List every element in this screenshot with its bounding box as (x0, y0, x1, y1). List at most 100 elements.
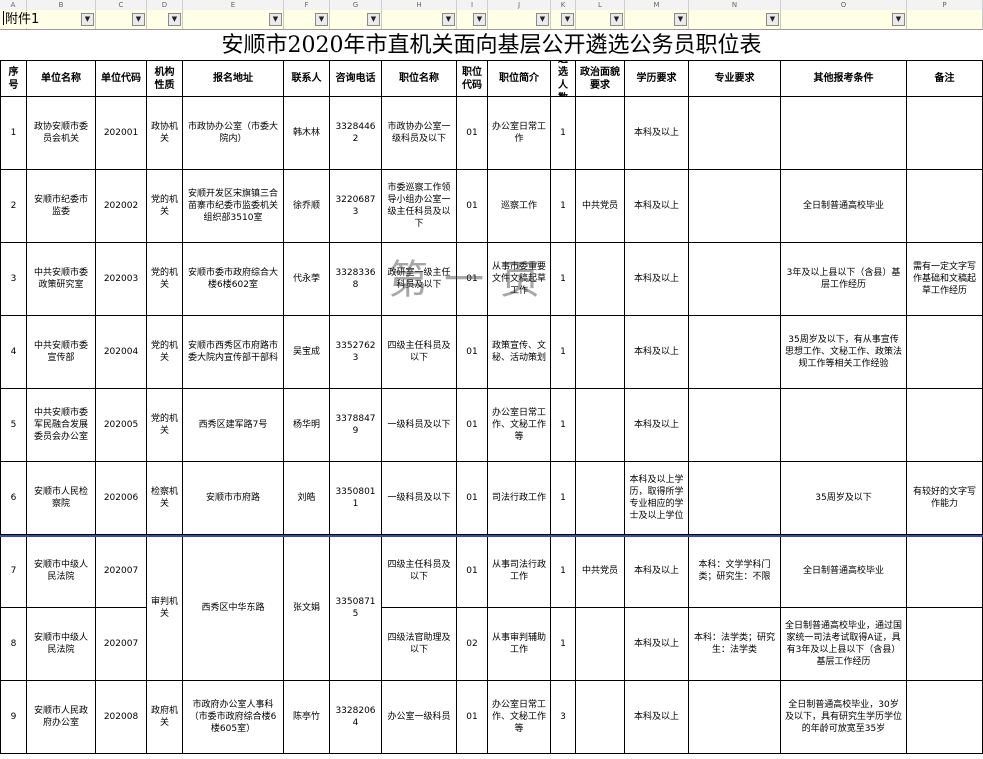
table-cell[interactable]: 代永荸 (284, 243, 330, 316)
table-cell[interactable]: 2 (0, 170, 27, 243)
table-cell[interactable]: 政府机关 (147, 681, 183, 754)
table-cell[interactable]: 本科及以上学历，取得所学专业相应的学士及以上学位 (625, 462, 689, 535)
column-letter[interactable]: F (284, 0, 330, 10)
table-cell[interactable]: 本科及以上 (625, 97, 689, 170)
table-cell[interactable] (907, 170, 983, 243)
table-header-cell[interactable]: 其他报考条件 (781, 61, 907, 97)
table-header-cell[interactable]: 单位名称 (27, 61, 96, 97)
table-cell[interactable]: 司法行政工作 (488, 462, 551, 535)
table-cell[interactable]: 四级主任科员及以下 (382, 535, 457, 608)
table-cell-merged[interactable]: 33508715 (330, 535, 382, 681)
table-cell[interactable] (907, 316, 983, 389)
table-cell[interactable]: 需有一定文字写作基础和文稿起草工作经历 (907, 243, 983, 316)
dropdown-arrow-icon[interactable]: ▼ (269, 13, 282, 26)
table-cell[interactable]: 市政协办公室一级科员及以下 (382, 97, 457, 170)
column-letter[interactable]: G (330, 0, 382, 10)
table-cell[interactable]: 中共安顺市委政策研究室 (27, 243, 96, 316)
column-letter[interactable]: P (907, 0, 983, 10)
table-cell[interactable]: 1 (551, 535, 576, 608)
dropdown-arrow-icon[interactable]: ▼ (536, 13, 549, 26)
table-cell[interactable]: 刘皓 (284, 462, 330, 535)
table-cell[interactable]: 办公室日常工作 (488, 97, 551, 170)
table-header-cell[interactable]: 专业要求 (689, 61, 781, 97)
table-cell[interactable] (689, 681, 781, 754)
table-cell[interactable] (689, 97, 781, 170)
table-header-cell[interactable]: 机构性质 (147, 61, 183, 97)
table-cell[interactable]: 西秀区建军路7号 (183, 389, 284, 462)
table-cell[interactable]: 01 (457, 462, 488, 535)
table-cell[interactable]: 检察机关 (147, 462, 183, 535)
table-cell[interactable] (907, 389, 983, 462)
table-cell[interactable]: 1 (0, 97, 27, 170)
table-cell[interactable]: 四级法官助理及以下 (382, 608, 457, 681)
table-cell[interactable]: 安顺开发区宋旗镇三合苗寨市纪委市监委机关组织部3510室 (183, 170, 284, 243)
table-header-cell[interactable]: 咨询电话 (330, 61, 382, 97)
table-cell[interactable]: 四级主任科员及以下 (382, 316, 457, 389)
table-cell[interactable]: 1 (551, 170, 576, 243)
table-cell[interactable]: 政策宣传、文秘、活动策划 (488, 316, 551, 389)
table-cell[interactable] (689, 462, 781, 535)
table-header-cell[interactable]: 单位代码 (96, 61, 147, 97)
table-cell[interactable] (689, 170, 781, 243)
table-cell[interactable]: 安顺市西秀区市府路市委大院内宣传部干部科 (183, 316, 284, 389)
table-cell[interactable]: 本科及以上 (625, 608, 689, 681)
table-cell[interactable]: 1 (551, 243, 576, 316)
dropdown-arrow-icon[interactable]: ▼ (132, 13, 145, 26)
table-cell[interactable]: 本科及以上 (625, 316, 689, 389)
table-cell-merged[interactable]: 审判机关 (147, 535, 183, 681)
table-cell[interactable] (689, 243, 781, 316)
column-letter[interactable]: E (183, 0, 284, 10)
table-cell[interactable]: 从事审判辅助工作 (488, 608, 551, 681)
table-cell[interactable]: 202003 (96, 243, 147, 316)
table-cell[interactable]: 1 (551, 389, 576, 462)
table-header-cell[interactable]: 备注 (907, 61, 983, 97)
table-cell[interactable]: 33527623 (330, 316, 382, 389)
table-cell[interactable]: 35周岁及以下，有从事宣传思想工作、文秘工作、政策法规工作等相关工作经验 (781, 316, 907, 389)
column-letter[interactable]: B (27, 0, 96, 10)
table-cell[interactable] (781, 389, 907, 462)
table-cell[interactable]: 从事司法行政工作 (488, 535, 551, 608)
table-cell[interactable]: 巡察工作 (488, 170, 551, 243)
table-cell[interactable]: 全日制普通高校毕业，30岁及以下，具有研究生学历学位的年龄可放宽至35岁 (781, 681, 907, 754)
table-cell-merged[interactable]: 西秀区中华东路 (183, 535, 284, 681)
table-cell[interactable]: 202007 (96, 608, 147, 681)
table-cell[interactable] (576, 462, 625, 535)
dropdown-arrow-icon[interactable]: ▼ (442, 13, 455, 26)
table-header-cell[interactable]: 序号 (0, 61, 27, 97)
table-cell[interactable] (576, 243, 625, 316)
table-header-cell[interactable]: 职位代码 (457, 61, 488, 97)
table-header-cell[interactable]: 学历要求 (625, 61, 689, 97)
table-cell[interactable]: 本科及以上 (625, 170, 689, 243)
table-header-cell[interactable]: 职位名称 (382, 61, 457, 97)
dropdown-arrow-icon[interactable]: ▼ (315, 13, 328, 26)
table-cell[interactable]: 办公室日常工作、文秘工作等 (488, 681, 551, 754)
table-cell[interactable]: 202008 (96, 681, 147, 754)
table-cell[interactable]: 202007 (96, 535, 147, 608)
table-cell[interactable]: 5 (0, 389, 27, 462)
table-cell[interactable]: 全日制普通高校毕业，通过国家统一司法考试取得A证，具有3年及以上县以下（含县）基… (781, 608, 907, 681)
table-cell[interactable]: 杨华明 (284, 389, 330, 462)
column-letter[interactable]: D (147, 0, 183, 10)
table-cell[interactable]: 中共安顺市委军民融合发展委员会办公室 (27, 389, 96, 462)
table-cell[interactable]: 中共党员 (576, 170, 625, 243)
dropdown-arrow-icon[interactable]: ▼ (610, 13, 623, 26)
table-header-cell[interactable]: 政治面貌要求 (576, 61, 625, 97)
column-letter[interactable]: H (382, 0, 457, 10)
column-letter[interactable]: C (96, 0, 147, 10)
dropdown-arrow-icon[interactable]: ▼ (561, 13, 574, 26)
table-cell[interactable]: 市政协办公室（市委大院内） (183, 97, 284, 170)
table-cell[interactable]: 政研室一级主任科员及以下 (382, 243, 457, 316)
table-cell[interactable]: 33788479 (330, 389, 382, 462)
table-cell[interactable]: 党的机关 (147, 316, 183, 389)
table-cell[interactable]: 3 (551, 681, 576, 754)
table-cell[interactable]: 市政府办公室人事科（市委市政府综合楼6楼605室） (183, 681, 284, 754)
table-cell[interactable]: 安顺市市府路 (183, 462, 284, 535)
table-cell[interactable]: 01 (457, 389, 488, 462)
table-cell[interactable]: 01 (457, 170, 488, 243)
table-cell[interactable]: 办公室日常工作、文秘工作等 (488, 389, 551, 462)
dropdown-arrow-icon[interactable]: ▼ (367, 13, 380, 26)
table-cell[interactable]: 办公室一级科员 (382, 681, 457, 754)
table-cell[interactable]: 安顺市人民检察院 (27, 462, 96, 535)
dropdown-arrow-icon[interactable]: ▼ (473, 13, 486, 26)
table-cell[interactable]: 202001 (96, 97, 147, 170)
